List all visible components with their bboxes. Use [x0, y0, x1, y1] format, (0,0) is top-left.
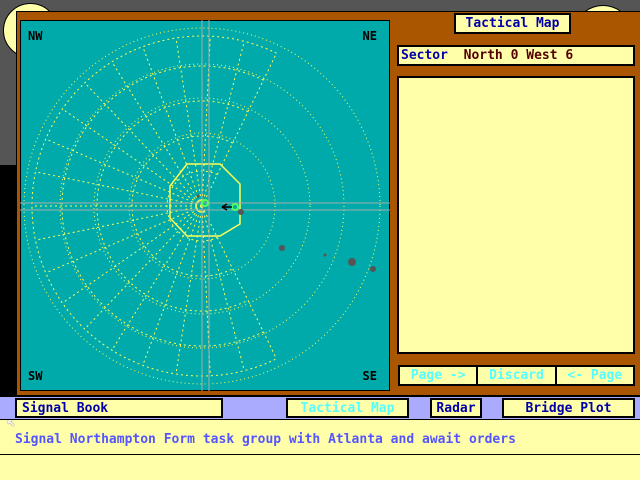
contact-marker-small [196, 194, 200, 198]
friendly-ship-icon [231, 203, 239, 211]
sector-spoke [175, 37, 203, 207]
sector-display: Sector North 0 West 6 [397, 45, 635, 66]
signal-message: Signal Northampton Form task group with … [15, 432, 516, 447]
corner-nw: NW [28, 29, 43, 43]
sector-spoke [201, 205, 277, 360]
sector-spoke [175, 205, 203, 375]
panel-title: Tactical Map [454, 13, 571, 34]
corner-ne: NE [362, 29, 377, 43]
sector-spoke [45, 205, 203, 274]
contact-marker [279, 245, 285, 251]
sector-spoke [142, 205, 203, 366]
tactical-map-button[interactable]: Tactical Map [286, 398, 409, 418]
discard-button[interactable]: Discard [478, 367, 557, 384]
corner-sw: SW [28, 369, 43, 383]
tactical-map-canvas[interactable]: NW NE SW SE [20, 20, 390, 391]
map-graphics [20, 20, 390, 391]
corner-se: SE [362, 369, 377, 383]
sector-value: North 0 West 6 [463, 48, 574, 63]
sector-spoke [201, 205, 245, 371]
radar-button[interactable]: Radar [430, 398, 482, 418]
contact-marker [238, 209, 244, 215]
sector-spoke [84, 82, 203, 207]
sector-spoke [45, 138, 203, 207]
mouse-cursor-icon: ↖ [7, 414, 16, 430]
message-area [0, 419, 640, 480]
contact-marker-small [323, 253, 327, 257]
bridge-plot-button[interactable]: Bridge Plot [502, 398, 635, 418]
page-forward-button[interactable]: Page -> [400, 367, 479, 384]
signal-book-button[interactable]: Signal Book [15, 398, 223, 418]
contact-marker [370, 266, 376, 272]
sector-arc [131, 135, 233, 277]
heading-arrow-icon [221, 203, 232, 211]
sector-label: Sector [401, 48, 448, 63]
sector-arc [166, 170, 218, 242]
sector-arc [96, 100, 249, 312]
sector-spoke [84, 205, 203, 330]
info-panel [397, 76, 635, 354]
message-divider [0, 454, 640, 455]
page-controls: Page -> Discard <- Page [398, 365, 635, 386]
contact-marker [348, 258, 356, 266]
page-back-button[interactable]: <- Page [557, 367, 633, 384]
